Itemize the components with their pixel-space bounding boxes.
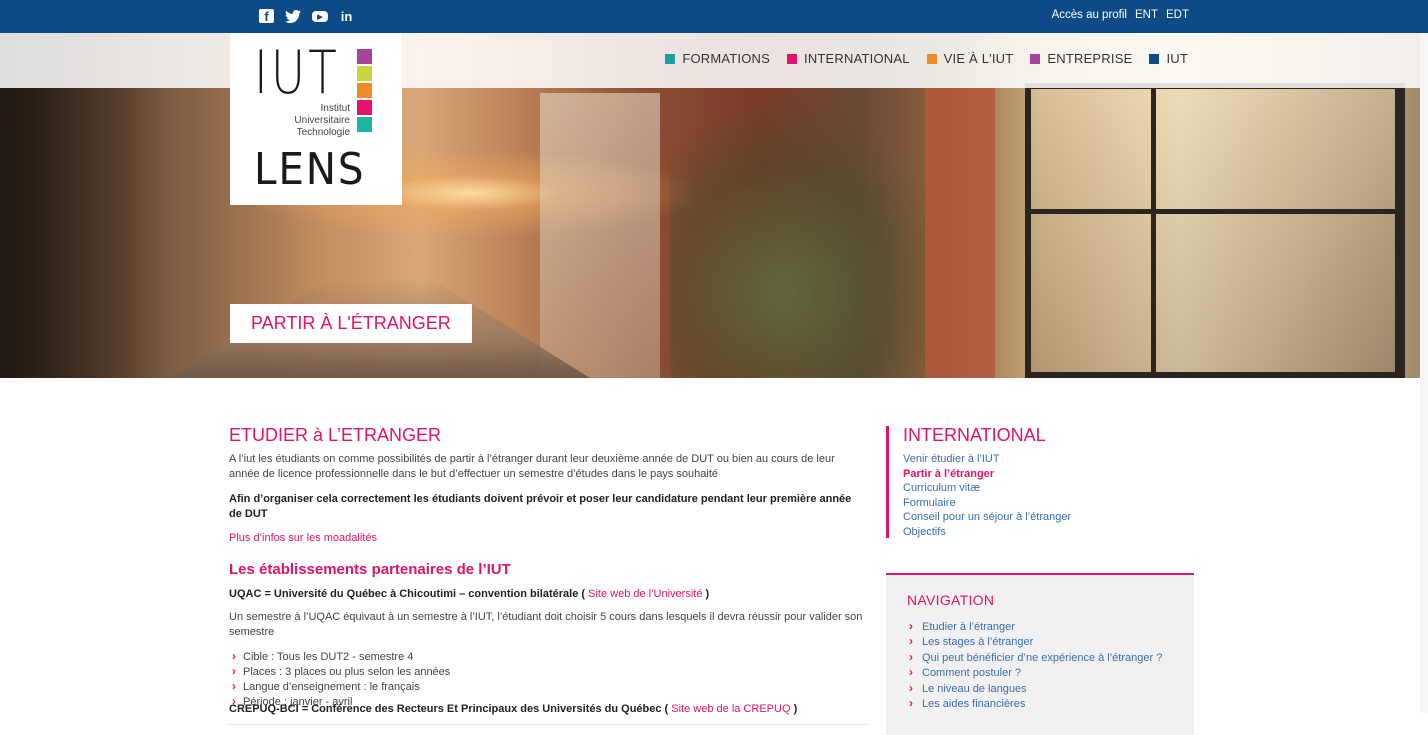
- logo-square: [357, 117, 372, 132]
- nav-square-icon: [926, 53, 937, 64]
- list-item: Places : 3 places ou plus selon les anné…: [229, 664, 867, 680]
- hero-shopfront: [540, 93, 660, 378]
- divider: [229, 724, 867, 725]
- youtube-icon[interactable]: ▶: [312, 11, 328, 22]
- edt-link[interactable]: EDT: [1166, 9, 1189, 21]
- uqac-heading: UQAC = Université du Québec à Chicoutimi…: [229, 588, 867, 600]
- uqac-close-paren: ): [705, 588, 710, 600]
- logo-square: [357, 100, 372, 115]
- sidebar-link[interactable]: Partir à l’étranger: [903, 467, 1186, 482]
- crepuq-name: CREPUQ-BCI = Conférence des Recteurs Et …: [229, 703, 669, 715]
- logo-square: [357, 83, 372, 98]
- logo-lens-text: LENS: [254, 144, 366, 195]
- hero-banner: FORMATIONS INTERNATIONAL VIE À L'IUT ENTREP…: [0, 33, 1428, 378]
- navigation-link[interactable]: Les aides financières: [908, 696, 1162, 712]
- sidebar-link[interactable]: Formulaire: [903, 496, 1186, 511]
- uqac-name: UQAC = Université du Québec à Chicoutimi…: [229, 588, 586, 600]
- sidebar-link[interactable]: Conseil pour un séjour à l’étranger: [903, 510, 1186, 525]
- page-scrollbar[interactable]: [1420, 33, 1428, 713]
- nav-item-entreprise[interactable]: ENTREPRISE: [1030, 51, 1132, 66]
- uqac-description: Un semestre à l’UQAC équivaut à un semes…: [229, 611, 863, 638]
- main-content: ETUDIER à L’ETRANGER A l’iut les étudian…: [229, 424, 867, 725]
- hero-wall: [925, 88, 995, 378]
- nav-item-label: FORMATIONS: [682, 51, 771, 66]
- hero-window: [1025, 83, 1405, 378]
- logo-line-2: Universitaire: [294, 115, 350, 126]
- hero-page-label: PARTIR À L'ÉTRANGER: [230, 304, 472, 343]
- crepuq-close-paren: ): [793, 703, 798, 715]
- sidebar-link[interactable]: Curriculum vitæ: [903, 481, 1186, 496]
- top-bar: f ▶ in Accès au profil ENT EDT: [0, 0, 1428, 33]
- list-item: Langue d’enseignement : le français: [229, 679, 867, 695]
- page-title: ETUDIER à L’ETRANGER: [229, 425, 442, 445]
- twitter-icon[interactable]: [285, 8, 301, 24]
- navigation-box: NAVIGATION Etudier à l’étrangerLes stage…: [886, 573, 1194, 735]
- logo-color-squares: [357, 49, 372, 132]
- nav-item-label: INTERNATIONAL: [804, 51, 910, 66]
- nav-item-international[interactable]: INTERNATIONAL: [787, 51, 910, 66]
- logo-line-3: Technologie: [296, 127, 350, 138]
- international-links: Venir étudier à l’IUT Partir à l’étranger…: [903, 452, 1186, 540]
- application-note: Afin d’organiser cela correctement les é…: [229, 493, 852, 520]
- nav-item-formations[interactable]: FORMATIONS: [665, 51, 770, 66]
- crepuq-heading: CREPUQ-BCI = Conférence des Recteurs Et …: [229, 703, 797, 715]
- social-links: f ▶ in: [259, 8, 354, 24]
- navigation-link[interactable]: Etudier à l’étranger: [908, 619, 1162, 635]
- partners-title: Les établissements partenaires de l’IUT: [229, 561, 511, 578]
- crepuq-website-link[interactable]: Site web de la CREPUQ: [671, 703, 790, 715]
- navigation-link[interactable]: Qui peut bénéficier d’ne expérience à l’…: [908, 650, 1162, 666]
- sidebar-link[interactable]: Objectifs: [903, 525, 1186, 540]
- nav-square-icon: [1149, 53, 1160, 64]
- navigation-title: NAVIGATION: [907, 592, 995, 608]
- logo-line-1: Institut: [320, 103, 350, 114]
- nav-item-label: IUT: [1166, 51, 1188, 66]
- more-info-link[interactable]: Plus d’infos sur les moadalités: [229, 532, 867, 544]
- logo-square: [357, 49, 372, 64]
- international-title: INTERNATIONAL: [903, 425, 1046, 445]
- iut-lens-logo[interactable]: IUT Institut Universitaire Technologie L…: [230, 33, 402, 205]
- international-sidebar: INTERNATIONAL Venir étudier à l’IUT Parti…: [886, 426, 1186, 538]
- nav-square-icon: [787, 53, 798, 64]
- uqac-website-link[interactable]: Site web de l’Université: [588, 588, 702, 600]
- logo-square: [357, 66, 372, 81]
- intro-paragraph: A l’iut les étudiants on comme possibili…: [229, 453, 835, 480]
- linkedin-icon[interactable]: in: [339, 8, 354, 24]
- top-links: Accès au profil ENT EDT: [1052, 9, 1189, 21]
- logo-iut-text: IUT: [254, 38, 341, 108]
- nav-square-icon: [665, 53, 676, 64]
- navigation-links: Etudier à l’étrangerLes stages à l’étran…: [908, 619, 1162, 712]
- nav-item-vie-l-iut[interactable]: VIE À L'IUT: [926, 51, 1014, 66]
- hero-plants: [670, 93, 950, 378]
- nav-item-label: VIE À L'IUT: [943, 51, 1014, 66]
- nav-item-label: ENTREPRISE: [1047, 51, 1133, 66]
- nav-item-iut[interactable]: IUT: [1149, 51, 1188, 66]
- list-item: Cible : Tous les DUT2 - semestre 4: [229, 649, 867, 665]
- nav-square-icon: [1030, 53, 1041, 64]
- facebook-icon[interactable]: f: [259, 9, 274, 24]
- ent-link[interactable]: ENT: [1135, 9, 1158, 21]
- navigation-link[interactable]: Le niveau de langues: [908, 681, 1162, 697]
- navigation-link[interactable]: Comment postuler ?: [908, 665, 1162, 681]
- uqac-details-list: Cible : Tous les DUT2 - semestre 4 Place…: [229, 649, 867, 710]
- logo-institute-text: Institut Universitaire Technologie: [258, 103, 350, 139]
- sidebar-link[interactable]: Venir étudier à l’IUT: [903, 452, 1186, 467]
- profile-link[interactable]: Accès au profil: [1052, 9, 1127, 21]
- main-nav: FORMATIONS INTERNATIONAL VIE À L'IUT ENTREP…: [665, 51, 1188, 66]
- main-nav-bar: FORMATIONS INTERNATIONAL VIE À L'IUT ENTREP…: [0, 33, 1428, 88]
- navigation-link[interactable]: Les stages à l’étranger: [908, 634, 1162, 650]
